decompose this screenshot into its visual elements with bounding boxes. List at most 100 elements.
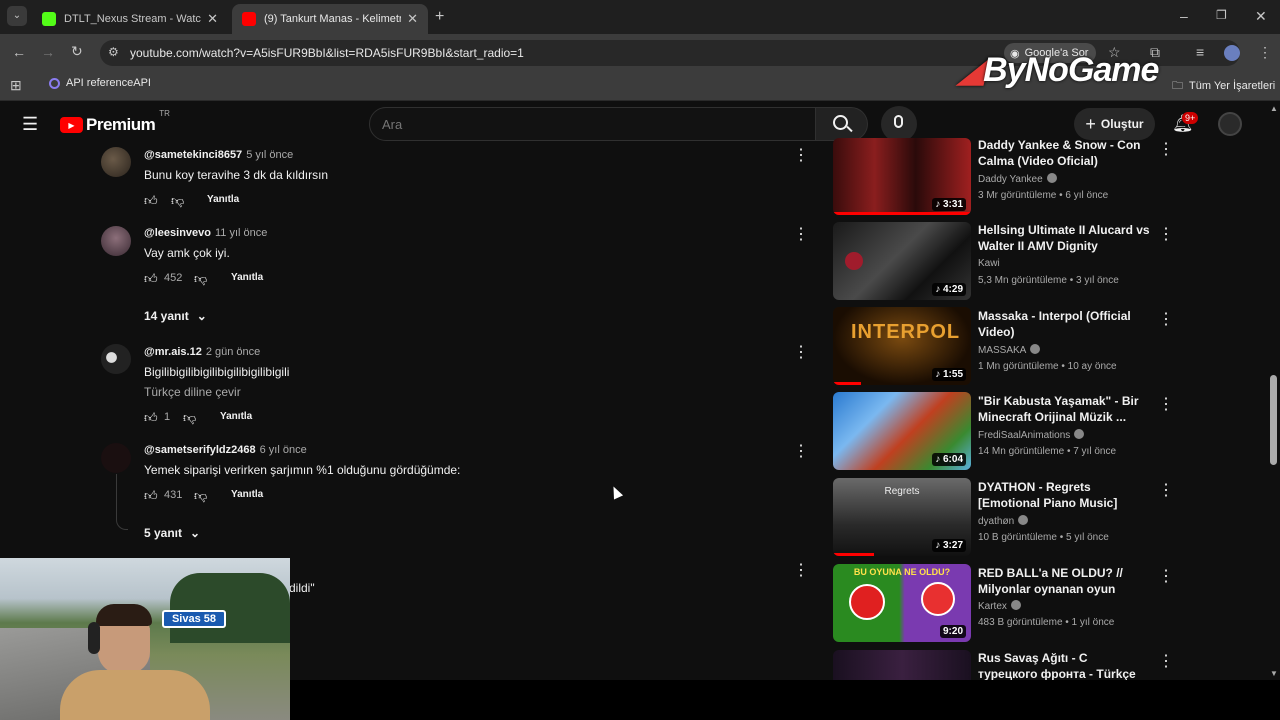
url-text[interactable]: youtube.com/watch?v=A5isFUR9BbI&list=RDA… [130,46,524,60]
reply-button[interactable]: Yanıtla [231,489,263,500]
scroll-thumb[interactable] [1270,375,1277,465]
like-button[interactable]: 👍︎ [144,271,158,287]
avatar[interactable] [101,344,131,374]
bookmark-api-reference[interactable]: API referenceAPI [49,77,151,89]
video-title[interactable]: Daddy Yankee & Snow - Con Calma (Video O… [978,137,1150,169]
video-thumbnail[interactable]: ♪ 3:31 [833,138,971,215]
search-input[interactable] [382,113,802,135]
video-channel[interactable]: MASSAKA [978,344,1041,356]
video-menu-icon[interactable]: ⋮ [1158,480,1174,500]
red-ball-graphic-2 [921,582,955,616]
webcam-headphones [88,622,100,654]
reply-thread-line [116,474,128,530]
site-info-icon[interactable]: ⚙ [108,46,119,58]
video-menu-icon[interactable]: ⋮ [1158,139,1174,159]
tab-list-chevron-icon[interactable]: ⌄ [7,6,27,26]
video-channel[interactable]: dyathøn [978,515,1029,527]
new-tab-icon[interactable]: + [435,9,444,25]
video-title[interactable]: DYATHON - Regrets [Emotional Piano Music… [978,479,1150,511]
video-menu-icon[interactable]: ⋮ [1158,224,1174,244]
verified-icon [1046,173,1057,183]
youtube-favicon-icon [242,12,256,26]
replies-toggle[interactable]: 5 yanıt ⌄ [144,526,200,540]
like-button[interactable]: 👍︎ [144,488,158,504]
close-tab-icon[interactable]: ✕ [207,11,218,27]
comment-author[interactable]: @mr.ais.12 2 gün önce [144,346,260,358]
globe-icon [49,77,60,89]
video-duration: ♪ 4:29 [932,283,966,296]
verified-icon [1030,344,1041,354]
comment-menu-icon[interactable]: ⋮ [793,342,809,362]
avatar[interactable] [101,226,131,256]
like-button[interactable]: 👍︎ [144,410,158,426]
minimize-icon[interactable]: – [1180,9,1188,23]
video-title[interactable]: Hellsing Ultimate II Alucard vs Walter I… [978,222,1150,254]
video-thumbnail[interactable]: Regrets ♪ 3:27 [833,478,971,556]
apps-grid-icon[interactable]: ⊞ [10,78,22,92]
like-button[interactable]: 👍︎ [144,193,158,209]
video-title[interactable]: Massaka - Interpol (Official Video) [978,308,1150,340]
folder-icon: 🗀 [1172,80,1183,92]
dislike-button[interactable]: 👎︎ [194,271,207,287]
video-duration: ♪ 1:55 [932,368,966,381]
watermark-flame-icon: ◢ [958,51,984,89]
scroll-down-arrow-icon[interactable]: ▼ [1270,669,1278,678]
reply-button[interactable]: Yanıtla [220,411,252,422]
comment-author[interactable]: @sametekinci8657 5 yıl önce [144,149,293,161]
reply-button[interactable]: Yanıtla [231,272,263,283]
reply-button[interactable]: Yanıtla [207,194,239,205]
replies-toggle[interactable]: 14 yanıt ⌄ [144,309,207,323]
video-title[interactable]: Rus Savaş Ağıtı - С турецкого фронта - T… [978,650,1150,680]
translate-link[interactable]: Türkçe diline çevir [144,385,241,399]
notification-badge: 9+ [1182,112,1199,124]
account-avatar[interactable] [1218,112,1242,136]
video-menu-icon[interactable]: ⋮ [1158,566,1174,586]
video-title[interactable]: RED BALL'a NE OLDU? // Milyonlar oynanan… [978,565,1150,597]
video-thumbnail[interactable]: BU OYUNA NE OLDU? 9:20 [833,564,971,642]
close-window-icon[interactable]: ✕ [1255,9,1267,23]
hamburger-menu-icon[interactable]: ☰ [22,115,38,133]
video-channel[interactable]: Kawi [978,258,1000,269]
youtube-logo[interactable]: ▶ Premium TR [60,109,170,135]
profile-avatar[interactable] [1224,45,1240,61]
video-thumbnail[interactable] [833,650,971,680]
create-button[interactable]: + Oluştur [1074,108,1155,140]
tab-youtube[interactable]: (9) Tankurt Manas - Kelimetre - ✕ [232,4,428,34]
comment-text: Yemek siparişi verirken şarjımın %1 oldu… [144,463,461,477]
video-channel[interactable]: Daddy Yankee [978,173,1057,185]
avatar[interactable] [101,443,131,473]
video-menu-icon[interactable]: ⋮ [1158,394,1174,414]
video-thumbnail[interactable]: ♪ 4:29 [833,222,971,300]
comment-author[interactable]: @leesinvevo 11 yıl önce [144,227,267,239]
close-tab-icon[interactable]: ✕ [407,11,418,27]
video-menu-icon[interactable]: ⋮ [1158,651,1174,671]
comment-menu-icon[interactable]: ⋮ [793,224,809,244]
scroll-up-arrow-icon[interactable]: ▲ [1270,104,1278,113]
video-thumbnail[interactable]: INTERPOL ♪ 1:55 [833,307,971,385]
dislike-button[interactable]: 👎︎ [194,488,207,504]
video-thumbnail[interactable]: ♪ 6:04 [833,392,971,470]
video-meta: 5,3 Mn görüntüleme • 3 yıl önce [978,275,1119,286]
comment-menu-icon[interactable]: ⋮ [793,441,809,461]
forward-icon[interactable]: → [41,45,55,59]
video-channel[interactable]: FrediSaalAnimations [978,429,1085,441]
browser-menu-icon[interactable]: ⋮ [1258,45,1272,59]
back-icon[interactable]: ← [12,45,26,59]
dislike-button[interactable]: 👎︎ [171,193,184,209]
video-channel[interactable]: Kartex [978,600,1021,612]
comment-menu-icon[interactable]: ⋮ [793,145,809,165]
reload-icon[interactable]: ↻ [71,44,83,58]
video-duration: ♪ 6:04 [932,453,966,466]
tab-nexus-stream[interactable]: DTLT_Nexus Stream - Watch Liv ✕ [32,4,228,34]
comment-menu-icon[interactable]: ⋮ [793,560,809,580]
maximize-icon[interactable]: ❐ [1216,9,1227,21]
webcam-person-hair [96,604,152,626]
video-title[interactable]: "Bir Kabusta Yaşamak" - Bir Minecraft Or… [978,393,1150,425]
media-control-icon[interactable]: ≡ [1196,45,1204,59]
video-menu-icon[interactable]: ⋮ [1158,309,1174,329]
avatar[interactable] [101,147,131,177]
dislike-button[interactable]: 👎︎ [183,410,196,426]
comment-author[interactable]: @sametserifyldz2468 6 yıl önce [144,444,307,456]
all-bookmarks[interactable]: 🗀 Tüm Yer İşaretleri [1172,77,1275,96]
search-icon [833,115,848,130]
